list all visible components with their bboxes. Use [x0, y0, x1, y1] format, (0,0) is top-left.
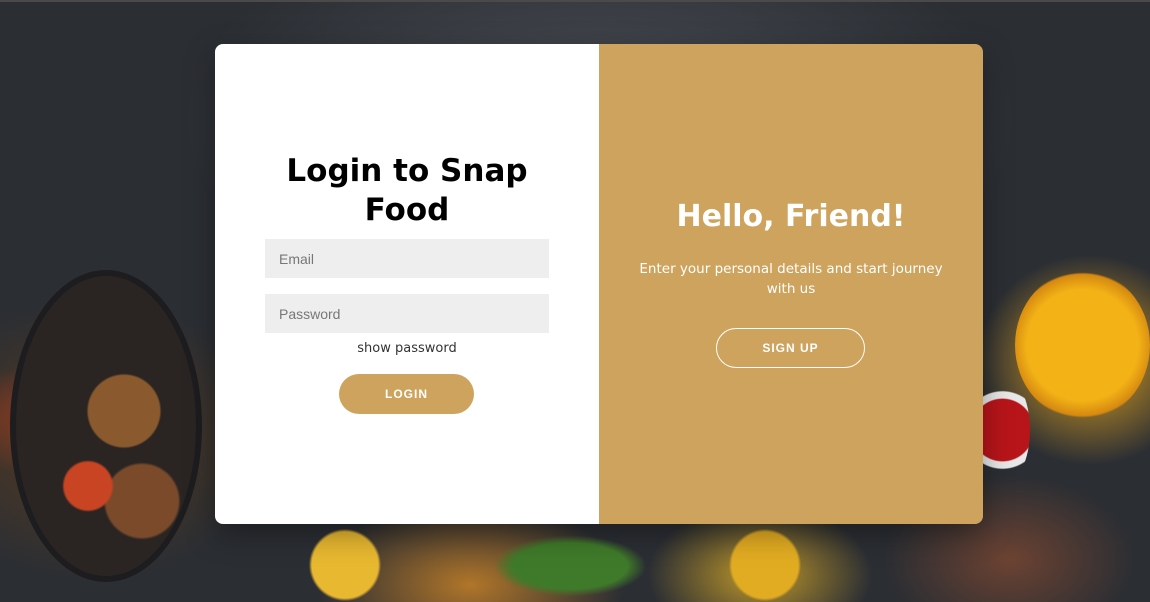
login-button[interactable]: LOGIN	[339, 374, 474, 414]
signup-panel-subtitle: Enter your personal details and start jo…	[639, 261, 943, 297]
show-password-toggle[interactable]: show password	[215, 341, 599, 356]
top-border	[0, 0, 1150, 2]
corn-decoration-2	[720, 525, 810, 602]
signup-panel: Hello, Friend! Enter your personal detai…	[599, 44, 983, 524]
sauce-bowl-decoration	[975, 375, 1030, 485]
green-beans-decoration	[480, 530, 660, 602]
login-panel: Login to Snap Food show password LOGIN	[215, 44, 599, 524]
password-input[interactable]	[265, 294, 549, 333]
auth-card: Login to Snap Food show password LOGIN H…	[215, 44, 983, 524]
pepper-decoration	[1015, 270, 1150, 420]
email-input[interactable]	[265, 239, 549, 278]
login-title: Login to Snap Food	[286, 153, 528, 228]
corn-decoration	[300, 525, 390, 602]
signup-button[interactable]: SIGN UP	[716, 328, 865, 368]
signup-panel-title: Hello, Friend!	[676, 199, 906, 234]
grilled-vegetables-decoration	[10, 270, 202, 582]
